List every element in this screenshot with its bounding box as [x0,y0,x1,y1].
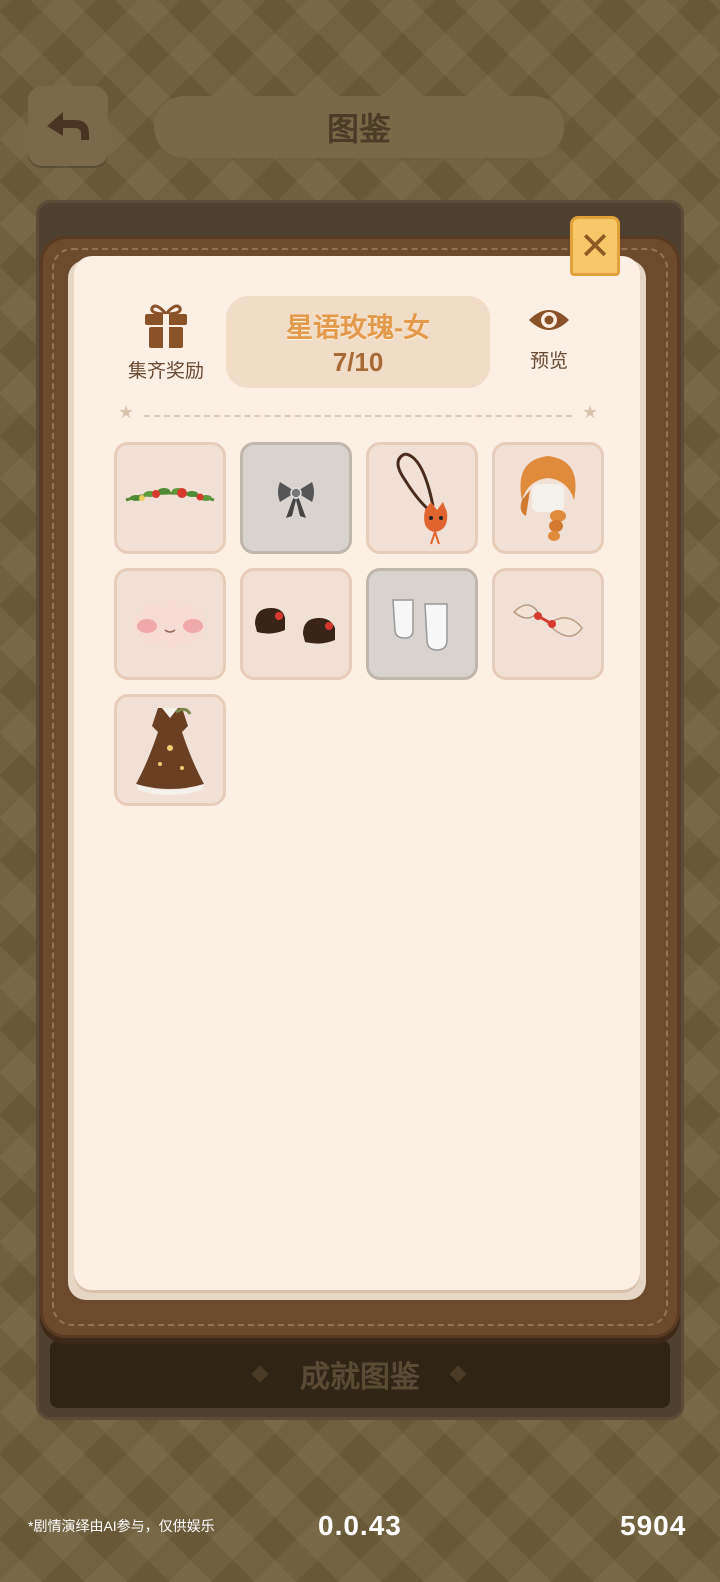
preview-button[interactable]: 预览 [514,300,584,384]
achievement-catalog-button[interactable]: 成就图鉴 [50,1340,670,1408]
rose-garland-icon [125,488,215,502]
blush-face-icon [134,600,206,648]
star-icon: ★ [582,402,599,422]
preview-label: 预览 [529,351,568,372]
gift-icon [145,304,187,348]
socks-icon [392,599,448,651]
bow-icon [278,482,314,518]
close-button[interactable]: ✕ [570,216,620,276]
dress-icon [136,707,204,795]
item-slot-bow[interactable] [240,442,352,554]
item-slot-fox-necklace[interactable] [366,442,478,554]
shoes-icon [255,608,335,644]
page-title-bar: 图鉴 [154,96,564,158]
back-button[interactable] [28,86,108,166]
collect-reward-button[interactable]: 集齐奖励 [120,300,212,384]
item-slot-blush-face[interactable] [114,568,226,680]
set-info: 星语玫瑰-女 7/10 [226,296,490,388]
eye-icon [529,310,569,330]
fox-necklace-icon [396,452,448,545]
item-slot-braided-hair[interactable] [492,442,604,554]
ai-disclaimer: *剧情演绎由AI参与，仅供娱乐 [28,1518,215,1534]
set-progress: 7/10 [332,347,384,377]
item-slot-hair-bows[interactable] [492,568,604,680]
divider [144,415,572,417]
star-icon: ★ [118,402,135,422]
item-slot-dress[interactable] [114,694,226,806]
footer-number: 5904 [620,1510,687,1541]
version-label: 0.0.43 [318,1510,402,1541]
set-name: 星语玫瑰-女 [286,313,430,343]
close-icon: ✕ [579,225,611,268]
item-slot-socks[interactable] [366,568,478,680]
braided-hair-icon [520,456,576,541]
hair-bows-icon [512,604,583,637]
item-slot-shoes[interactable] [240,568,352,680]
collect-reward-label: 集齐奖励 [127,361,204,382]
back-arrow-icon [47,112,89,140]
page-title: 图鉴 [326,111,391,147]
achievement-catalog-label: 成就图鉴 [300,1361,420,1394]
item-slot-rose-garland[interactable] [114,442,226,554]
